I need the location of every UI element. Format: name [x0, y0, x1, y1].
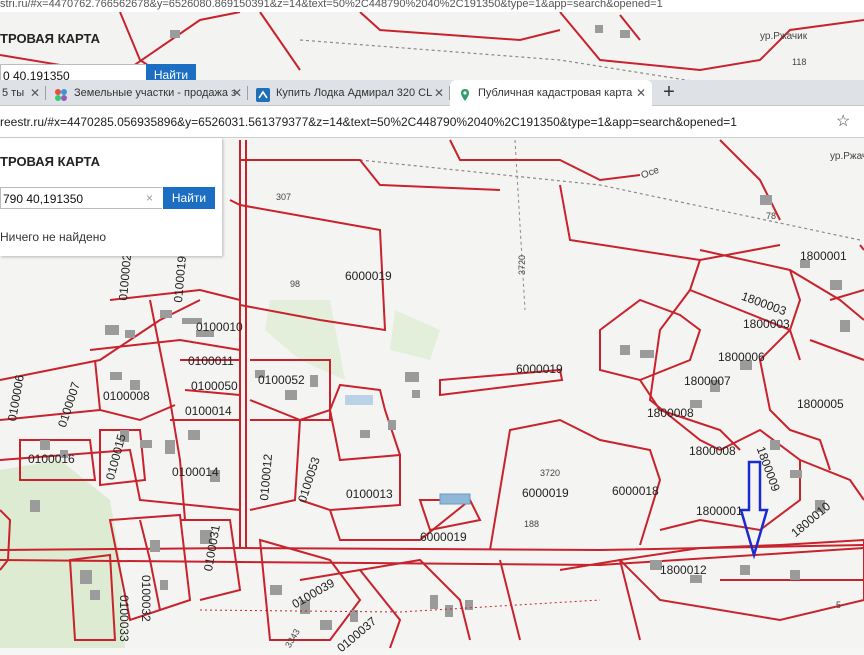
tab-2[interactable]: Купить Лодка Адмирал 320 CL ✕ [248, 80, 450, 106]
panel-title: ТРОВАЯ КАРТА [0, 154, 100, 169]
parcel-label: 0100008 [103, 389, 150, 403]
parcel-label: 1800005 [797, 397, 844, 411]
search-button[interactable]: Найти [163, 187, 215, 209]
parcel-label: 1800006 [718, 350, 765, 364]
tab-label: 5 ты [2, 87, 25, 99]
no-results-message: Ничего не найдено [0, 230, 107, 244]
back-search-panel: ТРОВАЯ КАРТА 0 40,191350 Найти [0, 26, 196, 88]
tab-label: Публичная кадастровая карта [478, 87, 633, 99]
parcel-label: 6000019 [516, 362, 563, 376]
close-icon[interactable]: ✕ [30, 80, 40, 106]
parcel-label: 0100033 [117, 595, 131, 642]
search-input[interactable]: 790 40,191350 [0, 187, 162, 209]
tab-label: Земельные участки - продажа з [74, 87, 237, 99]
parcel-label: 1800001 [800, 249, 847, 263]
parcel-label: 1800012 [660, 563, 707, 577]
parcel-label: 0100013 [346, 487, 393, 501]
parcel-label: 1800003 [743, 317, 790, 331]
map-number-label: 118 [792, 57, 807, 67]
parcel-label: 0100010 [196, 320, 243, 334]
map-number-label: 188 [524, 519, 540, 529]
parcel-label: 0100014 [172, 465, 219, 479]
tab-0[interactable]: 5 ты ✕ [0, 80, 46, 106]
parcel-label: 0100050 [191, 379, 238, 393]
address-bar[interactable]: reestr.ru/#x=4470285.056935896&y=6526031… [0, 106, 864, 138]
parcel-label: 6000019 [345, 269, 392, 283]
close-icon[interactable]: ✕ [232, 80, 242, 106]
new-tab-button[interactable]: + [656, 80, 682, 106]
parcel-label: 0100052 [258, 373, 305, 387]
map-number-label: 307 [276, 192, 292, 202]
parcel-label: 6000019 [420, 530, 467, 544]
back-panel-title: ТРОВАЯ КАРТА [0, 31, 100, 46]
colorful-dots-icon [54, 86, 68, 101]
close-icon[interactable]: ✕ [636, 80, 646, 106]
parcel-label: 0100014 [185, 404, 232, 418]
map-number-label: 78 [766, 211, 777, 221]
map-place-label: ур.Ржачик [760, 31, 808, 42]
parcel-label: 0100016 [28, 452, 75, 466]
tab-bar: 5 ты ✕ Земельные участки - продажа з ✕ К… [0, 80, 864, 106]
back-address-bar[interactable]: stri.ru/#x=4470762.766562678&y=6526080.8… [0, 0, 864, 12]
parcel-label: 1800008 [647, 406, 694, 420]
clear-icon[interactable]: × [146, 191, 153, 205]
avito-icon [256, 86, 270, 102]
parcel-label: 1800008 [689, 444, 736, 458]
map-place-label: ур.Ржачик [830, 151, 864, 162]
parcel-label: 0100032 [139, 575, 153, 622]
map-number-label: 3720 [540, 468, 561, 478]
parcel-label: 6000019 [522, 486, 569, 500]
back-url-text: stri.ru/#x=4470762.766562678&y=6526080.8… [0, 0, 663, 10]
parcel-label: 0100011 [188, 354, 234, 368]
map-number-label: 98 [290, 279, 301, 289]
map-number-label: 5 [836, 600, 842, 610]
parcel-label: 1800007 [684, 374, 731, 388]
close-icon[interactable]: ✕ [434, 80, 444, 106]
tab-3[interactable]: Публичная кадастровая карта ✕ [450, 80, 652, 106]
star-icon[interactable]: ☆ [836, 111, 850, 131]
map-number-label: 3720 [517, 254, 527, 275]
tab-1[interactable]: Земельные участки - продажа з ✕ [46, 80, 248, 106]
tab-label: Купить Лодка Адмирал 320 CL [276, 87, 433, 99]
parcel-label: 6000018 [612, 484, 659, 498]
pin-icon [458, 86, 472, 101]
parcel-label: 1800001 [696, 504, 743, 518]
address-url[interactable]: reestr.ru/#x=4470285.056935896&y=6526031… [0, 115, 737, 129]
search-panel: ТРОВАЯ КАРТА 790 40,191350 × Найти Ничег… [0, 138, 222, 256]
